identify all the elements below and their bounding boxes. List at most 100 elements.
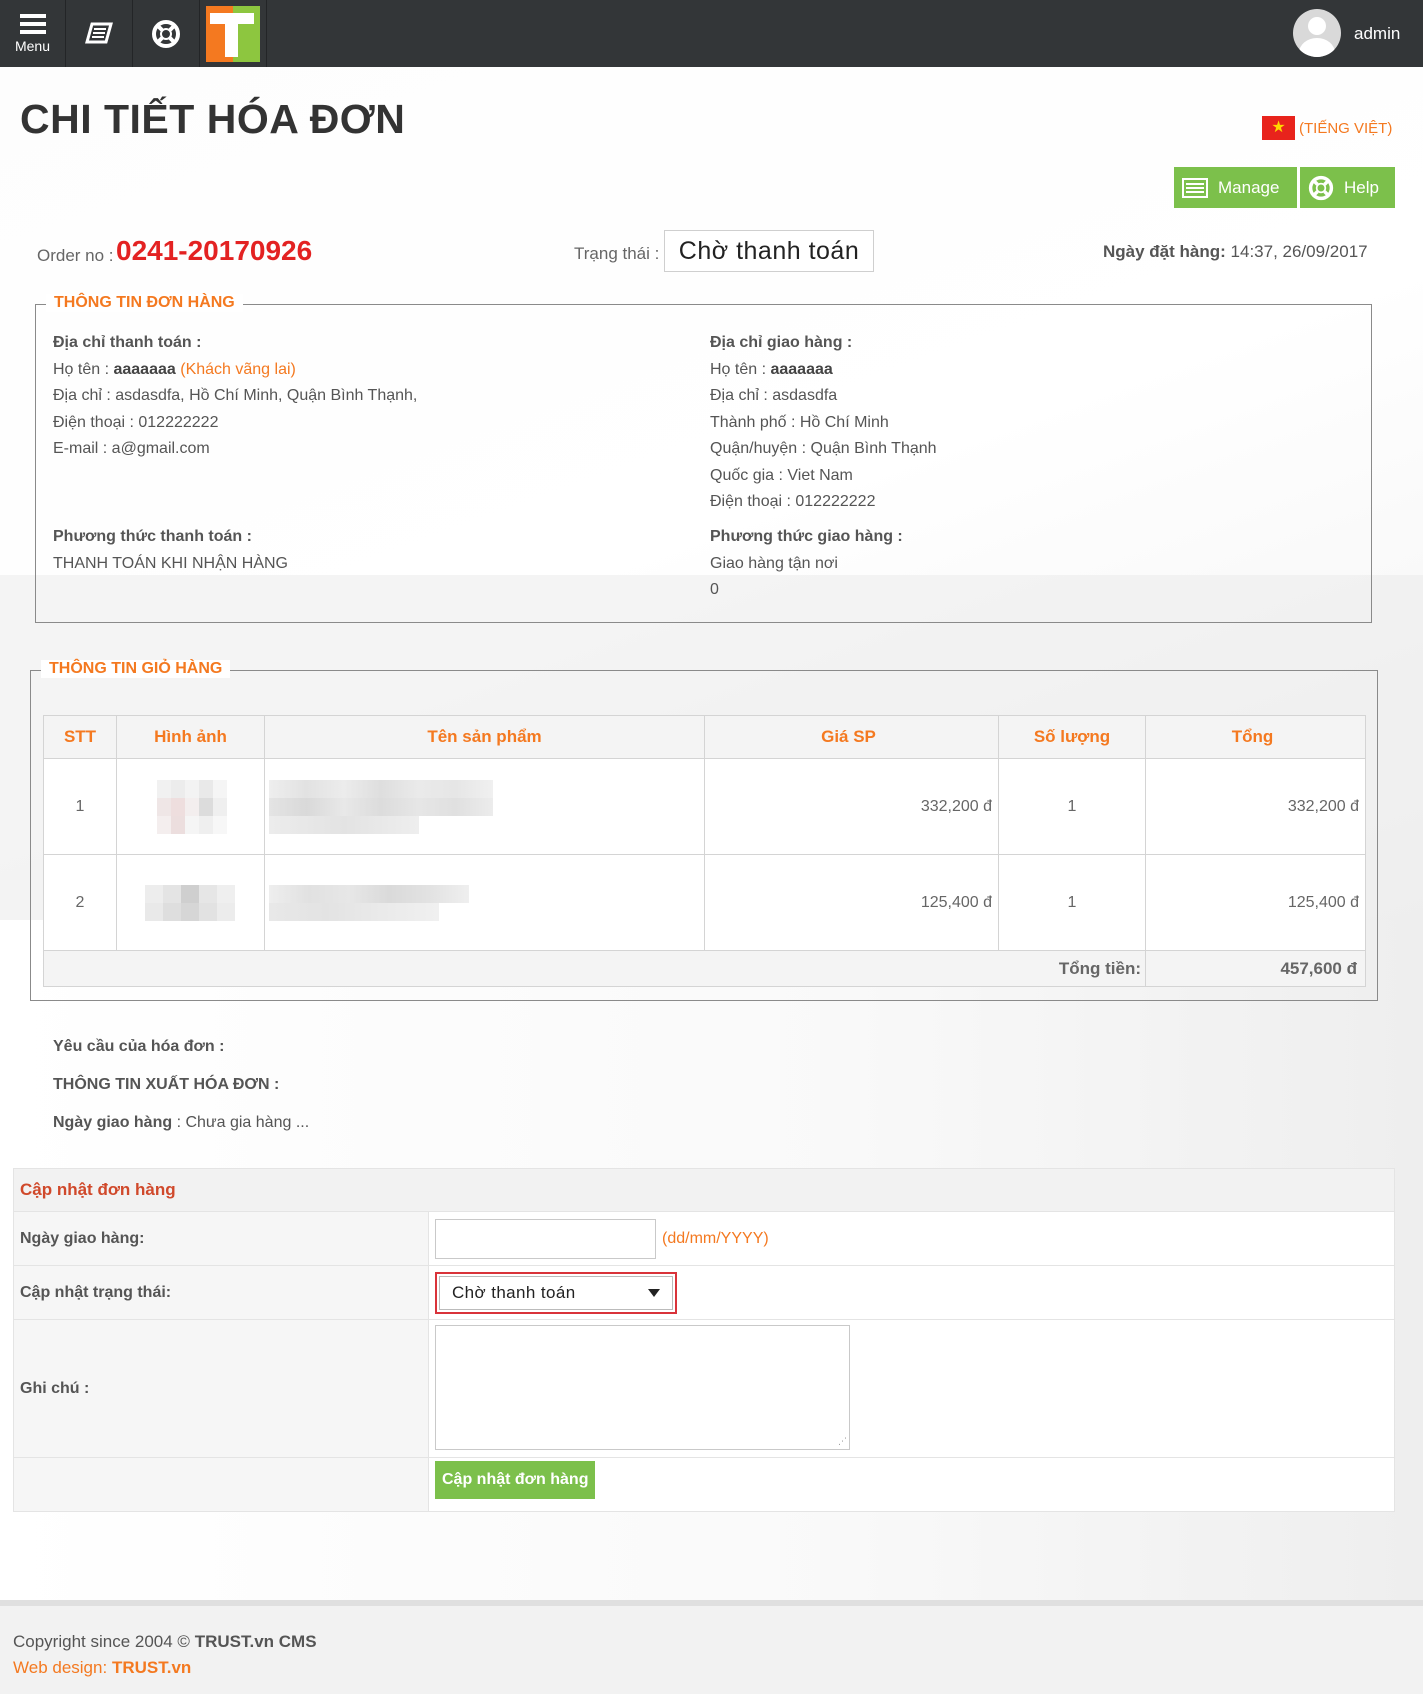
product-name[interactable] [264, 854, 705, 951]
manage-button[interactable]: Manage [1174, 167, 1297, 208]
note-textarea[interactable]: ⋰ [435, 1325, 850, 1450]
note-label: Ghi chú : [13, 1319, 429, 1458]
delivery-date-label: Ngày giao hàng [53, 1114, 173, 1131]
delivery-date-field-label: Ngày giao hàng: [13, 1211, 429, 1266]
status-badge: Chờ thanh toán [664, 230, 874, 272]
language-switch[interactable]: ★ (TIẾNG VIỆT) [1262, 116, 1392, 140]
vietnam-flag-icon: ★ [1262, 116, 1295, 140]
shipping-fee: 0 [710, 581, 719, 598]
status-select-highlight: Chờ thanh toán [435, 1271, 677, 1314]
order-date-value: 14:37, 26/09/2017 [1230, 242, 1368, 261]
col-product-name: Tên sản phẩm [264, 715, 705, 759]
shipping-address: Địa chỉ giao hàng : Họ tên : aaaaaaa Địa… [710, 330, 937, 516]
copyright: Copyright since 2004 © TRUST.vn CMS [13, 1632, 317, 1651]
delivery-date-input[interactable] [435, 1218, 656, 1259]
user-avatar[interactable] [1293, 9, 1341, 57]
payment-method-value: THANH TOÁN KHI NHẬN HÀNG [53, 554, 288, 572]
product-image[interactable] [116, 854, 265, 951]
help-label: Help [1344, 177, 1379, 197]
delivery-date-value: : Chưa gia hàng ... [176, 1114, 310, 1131]
footer-divider [0, 1600, 1423, 1606]
submit-row: Cập nhật đơn hàng [13, 1457, 1395, 1512]
invoice-export-info: THÔNG TIN XUẤT HÓA ĐƠN : [53, 1076, 280, 1093]
total-value: 457,600 đ [1145, 950, 1366, 987]
billing-address: Địa chỉ thanh toán : Họ tên : aaaaaaa (K… [53, 330, 417, 463]
col-quantity: Số lượng [998, 715, 1146, 759]
billing-phone: Điện thoại : 012222222 [53, 413, 219, 431]
table-row: 1 332,200 đ 1 332,200 đ [43, 758, 1366, 855]
row-stt: 2 [43, 854, 117, 951]
manage-label: Manage [1218, 177, 1280, 197]
shipping-method: Phương thức giao hàng : Giao hàng tận nơ… [710, 524, 903, 604]
order-date: Ngày đặt hàng: 14:37, 26/09/2017 [1103, 242, 1368, 262]
order-info-legend: THÔNG TIN ĐƠN HÀNG [46, 294, 243, 312]
shipping-name: aaaaaaa [770, 360, 833, 378]
billing-email: E-mail : a@gmail.com [53, 440, 210, 457]
help-button[interactable]: Help [1300, 167, 1395, 208]
note-row: Ghi chú : ⋰ [13, 1319, 1395, 1458]
book-icon [85, 22, 113, 43]
support-button[interactable] [133, 0, 200, 67]
lifebuoy-icon [1308, 175, 1334, 200]
list-icon [1182, 177, 1208, 198]
payment-method: Phương thức thanh toán : THANH TOÁN KHI … [53, 524, 288, 577]
cart-table: STT Hình ảnh Tên sản phẩm Giá SP Số lượn… [43, 715, 1366, 987]
billing-name-line: Họ tên : aaaaaaa (Khách vãng lai) [53, 360, 296, 378]
update-form-title: Cập nhật đơn hàng [13, 1168, 1395, 1212]
row-total: 125,400 đ [1145, 854, 1366, 951]
cart-header-row: STT Hình ảnh Tên sản phẩm Giá SP Số lượn… [43, 715, 1366, 759]
language-label: (TIẾNG VIỆT) [1299, 119, 1393, 137]
web-design-link[interactable]: TRUST.vn [112, 1658, 191, 1677]
col-total: Tổng [1145, 715, 1366, 759]
update-form-header: Cập nhật đơn hàng [13, 1168, 1395, 1212]
chevron-down-icon [648, 1288, 660, 1297]
order-date-label: Ngày đặt hàng: [1103, 242, 1226, 261]
billing-guest-note: (Khách vãng lai) [180, 360, 296, 378]
status-select-value: Chờ thanh toán [452, 1282, 576, 1302]
shipping-phone: Điện thoại : 012222222 [710, 493, 876, 510]
shipping-method-heading: Phương thức giao hàng : [710, 528, 903, 545]
user-name[interactable]: admin [1354, 24, 1400, 44]
menu-label: Menu [14, 37, 51, 54]
date-format-hint: (dd/mm/YYYY) [662, 1229, 769, 1247]
shipping-method-value: Giao hàng tận nơi [710, 554, 838, 572]
shipping-country: Quốc gia : Viet Nam [710, 466, 853, 484]
billing-name: aaaaaaa [113, 360, 176, 378]
col-image: Hình ảnh [116, 715, 265, 759]
trust-logo [206, 5, 260, 62]
order-number-label: Order no : [37, 246, 114, 265]
delivery-date-row: Ngày giao hàng: (dd/mm/YYYY) [13, 1211, 1395, 1266]
payment-method-heading: Phương thức thanh toán : [53, 528, 252, 545]
row-total: 332,200 đ [1145, 758, 1366, 855]
cart-legend: THÔNG TIN GIỎ HÀNG [41, 660, 231, 678]
row-stt: 1 [43, 758, 117, 855]
menu-icon [19, 13, 46, 34]
billing-heading: Địa chỉ thanh toán : [53, 334, 202, 351]
status-label: Trạng thái : [574, 244, 660, 263]
lifebuoy-icon [152, 19, 180, 48]
menu-button[interactable]: Menu [0, 0, 66, 67]
order-number: 0241-20170926 [116, 235, 313, 266]
col-stt: STT [43, 715, 117, 759]
home-logo-button[interactable] [200, 0, 267, 67]
footer: Copyright since 2004 © TRUST.vn CMS Web … [13, 1629, 317, 1681]
product-name[interactable] [264, 758, 705, 855]
product-image[interactable] [116, 758, 265, 855]
billing-address-line: Địa chỉ : asdasdfa, Hồ Chí Minh, Quận Bì… [53, 387, 418, 404]
copyright-brand: TRUST.vn CMS [194, 1632, 317, 1651]
table-row: 2 125,400 đ 1 125,400 đ [43, 854, 1366, 951]
resize-handle-icon[interactable]: ⋰ [838, 1436, 847, 1447]
shipping-district: Quận/huyện : Quận Bình Thạnh [710, 440, 937, 457]
status-update-label: Cập nhật trạng thái: [13, 1265, 429, 1320]
shipping-city: Thành phố : Hồ Chí Minh [710, 413, 889, 431]
shipping-address-line: Địa chỉ : asdasdfa [710, 387, 838, 404]
cart-total-row: Tổng tiền: 457,600 đ [43, 950, 1366, 987]
row-quantity: 1 [998, 758, 1146, 855]
update-order-button[interactable]: Cập nhật đơn hàng [435, 1461, 596, 1499]
row-price: 332,200 đ [704, 758, 999, 855]
status-select[interactable]: Chờ thanh toán [439, 1275, 673, 1310]
invoice-request: Yêu cầu của hóa đơn : [53, 1038, 225, 1055]
shipping-name-line: Họ tên : aaaaaaa [710, 360, 833, 378]
docs-button[interactable] [66, 0, 133, 67]
total-label: Tổng tiền: [43, 950, 1146, 987]
